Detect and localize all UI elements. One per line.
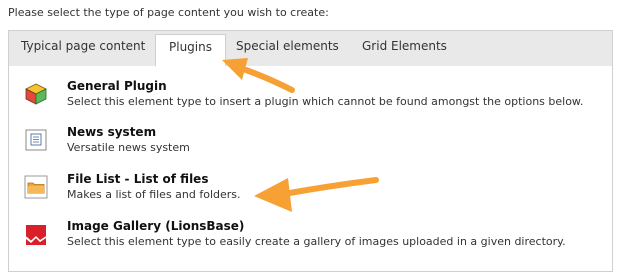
item-title: File List - List of files xyxy=(67,172,209,186)
tab-plugins[interactable]: Plugins xyxy=(155,34,226,69)
news-document-icon xyxy=(24,128,48,152)
item-title: Image Gallery (LionsBase) xyxy=(67,219,245,233)
plugins-panel: General Plugin Select this element type … xyxy=(8,66,613,272)
list-item-image-gallery[interactable]: Image Gallery (LionsBase) Select this el… xyxy=(19,216,609,256)
item-description: Makes a list of files and folders. xyxy=(67,188,241,201)
image-gallery-icon xyxy=(24,222,48,246)
list-item-file-list[interactable]: File List - List of files Makes a list o… xyxy=(19,169,609,209)
item-description: Versatile news system xyxy=(67,141,190,154)
tab-typical-page-content[interactable]: Typical page content xyxy=(21,39,145,53)
tab-grid-elements[interactable]: Grid Elements xyxy=(362,39,447,53)
tab-special-elements[interactable]: Special elements xyxy=(236,39,339,53)
folder-icon xyxy=(24,175,48,199)
cube-icon xyxy=(24,82,48,106)
item-title: General Plugin xyxy=(67,79,167,93)
list-item-general-plugin[interactable]: General Plugin Select this element type … xyxy=(19,76,609,116)
item-title: News system xyxy=(67,125,157,139)
item-description: Select this element type to insert a plu… xyxy=(67,95,584,108)
content-type-tabs: Typical page content Plugins Special ele… xyxy=(8,30,613,272)
tab-bar: Typical page content Plugins Special ele… xyxy=(8,30,613,69)
page-prompt: Please select the type of page content y… xyxy=(8,6,329,19)
list-item-news-system[interactable]: News system Versatile news system xyxy=(19,122,609,162)
item-description: Select this element type to easily creat… xyxy=(67,235,566,248)
